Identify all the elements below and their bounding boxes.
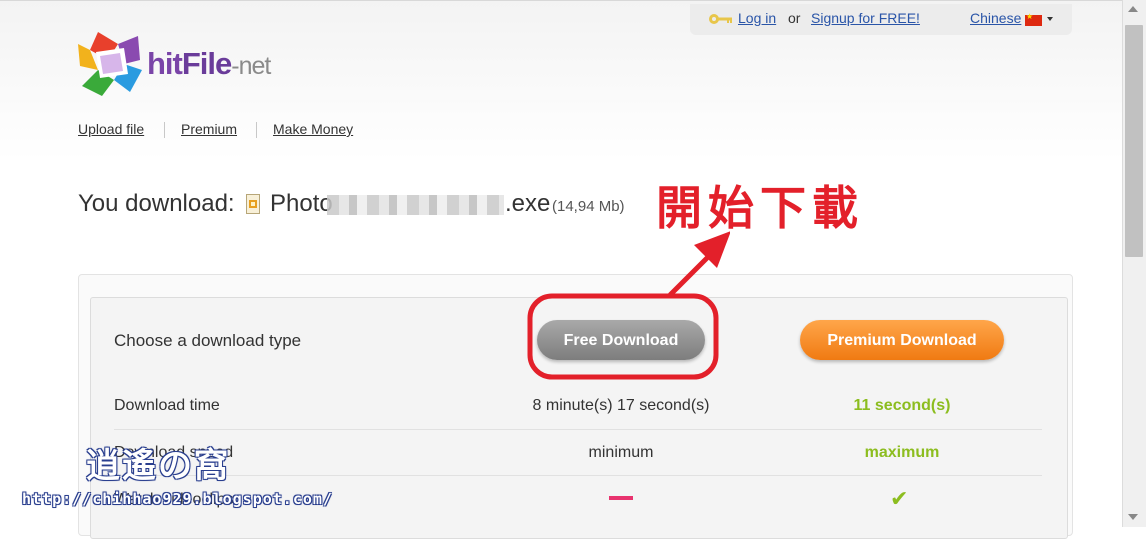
- nav-divider: [164, 122, 165, 138]
- download-speed-free: minimum: [588, 444, 654, 461]
- premium-download-button[interactable]: Premium Download: [800, 320, 1004, 360]
- logo-part-hit: hit: [147, 46, 183, 81]
- scroll-down-arrow-icon[interactable]: [1128, 514, 1138, 520]
- logo-part-file: File: [181, 46, 232, 81]
- checkmark-icon: ✔: [890, 486, 909, 511]
- file-name-extension: .exe: [505, 190, 551, 217]
- login-link[interactable]: Log in: [738, 10, 776, 26]
- row-divider: [114, 475, 1042, 476]
- download-time-premium: 11 second(s): [853, 397, 951, 414]
- watermark-url: http://chihhao929.blogspot.com/: [22, 490, 333, 508]
- download-speed-premium: maximum: [864, 444, 940, 461]
- signup-link[interactable]: Signup for FREE!: [811, 10, 920, 26]
- you-download-label: You download:: [78, 190, 235, 217]
- nav-make-money[interactable]: Make Money: [273, 121, 353, 137]
- key-icon: [709, 14, 732, 24]
- nav-divider: [256, 122, 257, 138]
- file-icon: [246, 194, 260, 214]
- china-flag-icon[interactable]: [1025, 12, 1042, 26]
- or-text: or: [788, 10, 801, 26]
- row-divider: [114, 429, 1042, 430]
- logo-part-net: -net: [231, 52, 271, 80]
- download-time-label: Download time: [114, 397, 220, 414]
- annotation-text: 開始下載: [656, 182, 864, 234]
- dash-icon: [609, 496, 633, 500]
- blurred-file-name: [327, 195, 504, 215]
- nav-premium[interactable]: Premium: [181, 121, 237, 137]
- download-time-free: 8 minute(s) 17 second(s): [532, 397, 710, 414]
- logo-wordmark[interactable]: hitFile-net: [147, 46, 271, 82]
- language-selector[interactable]: Chinese: [970, 10, 1021, 26]
- file-size: (14,94 Mb): [552, 198, 625, 215]
- account-bar: Log in or Signup for FREE! Chinese: [690, 4, 1072, 35]
- scrollbar-thumb[interactable]: [1125, 25, 1143, 257]
- hitfile-logo-icon[interactable]: [76, 30, 146, 98]
- file-name-start: Photo: [270, 190, 333, 217]
- annotation-arrow: [527, 231, 730, 380]
- nav-upload-file[interactable]: Upload file: [78, 121, 144, 137]
- chevron-down-icon[interactable]: [1047, 17, 1053, 21]
- choose-download-type-label: Choose a download type: [114, 331, 302, 350]
- scroll-up-arrow-icon[interactable]: [1128, 6, 1138, 12]
- watermark-title: 逍遙の窩: [86, 447, 230, 485]
